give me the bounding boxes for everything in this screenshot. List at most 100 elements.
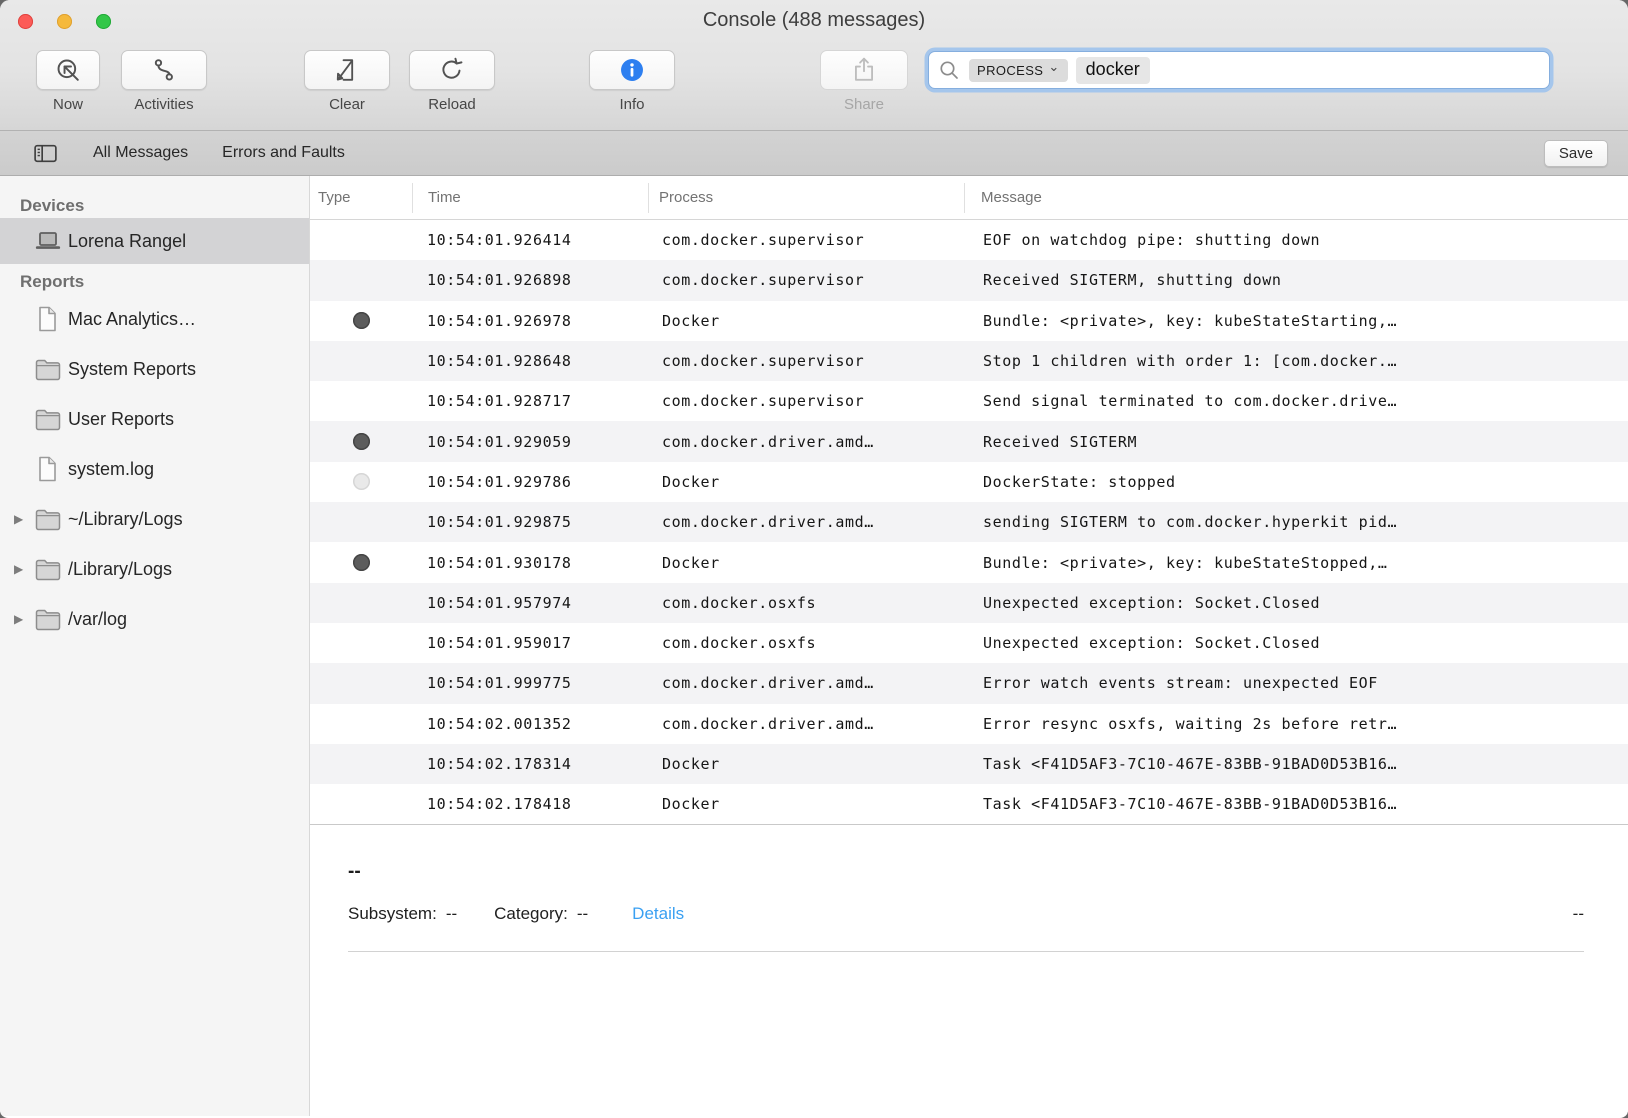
document-icon xyxy=(34,305,60,333)
sidebar-item-mac-analytics[interactable]: ▶ Mac Analytics… xyxy=(0,294,309,344)
process-cell: com.docker.driver.amd… xyxy=(648,502,964,542)
disclosure-triangle-icon[interactable]: ▶ xyxy=(12,512,34,526)
tab-errors-and-faults[interactable]: Errors and Faults xyxy=(222,144,345,162)
sidebar-section-header: Devices xyxy=(20,196,309,216)
table-row[interactable]: 10:54:01.926414 com.docker.supervisor EO… xyxy=(310,220,1628,260)
message-cell: Stop 1 children with order 1: [com.docke… xyxy=(964,341,1628,381)
now-button[interactable]: Now xyxy=(36,50,100,113)
time-cell: 10:54:01.929875 xyxy=(412,502,648,542)
disclosure-triangle-icon[interactable]: ▶ xyxy=(12,562,34,576)
window-title: Console (488 messages) xyxy=(0,9,1628,32)
table-row[interactable]: 10:54:01.999775 com.docker.driver.amd… E… xyxy=(310,663,1628,703)
type-cell xyxy=(310,502,412,542)
type-cell xyxy=(310,341,412,381)
type-cell xyxy=(310,663,412,703)
table-row[interactable]: 10:54:02.178314 Docker Task <F41D5AF3-7C… xyxy=(310,744,1628,784)
table-row[interactable]: 10:54:01.926898 com.docker.supervisor Re… xyxy=(310,260,1628,300)
process-cell: com.docker.driver.amd… xyxy=(648,663,964,703)
message-cell: Unexpected exception: Socket.Closed xyxy=(964,623,1628,663)
detail-pane: -- Subsystem: -- Category: -- Details -- xyxy=(310,825,1628,952)
message-cell: Error watch events stream: unexpected EO… xyxy=(964,663,1628,703)
type-cell xyxy=(310,784,412,824)
sidebar-item-library-logs[interactable]: ▶ /Library/Logs xyxy=(0,544,309,594)
sidebar-item-system-log[interactable]: ▶ system.log xyxy=(0,444,309,494)
column-header-time[interactable]: Time xyxy=(412,183,648,213)
message-cell: Received SIGTERM, shutting down xyxy=(964,260,1628,300)
info-button[interactable]: Info xyxy=(589,50,675,113)
sidebar-item-user-reports[interactable]: ▶ User Reports xyxy=(0,394,309,444)
message-cell: sending SIGTERM to com.docker.hyperkit p… xyxy=(964,502,1628,542)
now-icon xyxy=(53,55,83,85)
table-row[interactable]: 10:54:01.929786 Docker DockerState: stop… xyxy=(310,462,1628,502)
reload-icon xyxy=(437,55,467,85)
table-row[interactable]: 10:54:01.928717 com.docker.supervisor Se… xyxy=(310,381,1628,421)
table-row[interactable]: 10:54:01.957974 com.docker.osxfs Unexpec… xyxy=(310,583,1628,623)
time-cell: 10:54:01.929059 xyxy=(412,421,648,461)
message-cell: Send signal terminated to com.docker.dri… xyxy=(964,381,1628,421)
details-link[interactable]: Details xyxy=(632,904,684,924)
folder-icon xyxy=(34,557,62,581)
sidebar-item-library-logs[interactable]: ▶ ~/Library/Logs xyxy=(0,494,309,544)
share-button: Share xyxy=(820,50,908,113)
log-level-dot xyxy=(353,433,370,450)
reload-button[interactable]: Reload xyxy=(409,50,495,113)
column-header-message[interactable]: Message xyxy=(964,183,1628,213)
table-row[interactable]: 10:54:01.959017 com.docker.osxfs Unexpec… xyxy=(310,623,1628,663)
process-cell: com.docker.supervisor xyxy=(648,381,964,421)
detail-right-value: -- xyxy=(1573,904,1584,924)
folder-icon xyxy=(34,407,62,431)
activities-icon xyxy=(149,55,179,85)
filter-bar: All Messages Errors and Faults Save xyxy=(0,130,1628,176)
tab-all-messages[interactable]: All Messages xyxy=(93,144,188,162)
time-cell: 10:54:01.930178 xyxy=(412,542,648,582)
clear-icon xyxy=(332,55,362,85)
log-level-dot xyxy=(353,554,370,571)
table-row[interactable]: 10:54:02.001352 com.docker.driver.amd… E… xyxy=(310,704,1628,744)
disclosure-triangle-icon[interactable]: ▶ xyxy=(12,612,34,626)
sidebar-item-lorena-rangel[interactable]: ▶ Lorena Rangel xyxy=(0,218,309,264)
sidebar-section-header: Reports xyxy=(20,272,309,292)
process-cell: com.docker.supervisor xyxy=(648,341,964,381)
time-cell: 10:54:01.928717 xyxy=(412,381,648,421)
process-cell: com.docker.driver.amd… xyxy=(648,704,964,744)
type-cell xyxy=(310,462,412,502)
table-row[interactable]: 10:54:02.178418 Docker Task <F41D5AF3-7C… xyxy=(310,784,1628,824)
save-button[interactable]: Save xyxy=(1544,140,1608,167)
time-cell: 10:54:01.928648 xyxy=(412,341,648,381)
time-cell: 10:54:01.959017 xyxy=(412,623,648,663)
sidebar-item-var-log[interactable]: ▶ /var/log xyxy=(0,594,309,644)
time-cell: 10:54:02.001352 xyxy=(412,704,648,744)
process-cell: com.docker.supervisor xyxy=(648,220,964,260)
process-cell: Docker xyxy=(648,784,964,824)
table-row[interactable]: 10:54:01.926978 Docker Bundle: <private>… xyxy=(310,301,1628,341)
search-term-token[interactable]: docker xyxy=(1076,57,1150,84)
clear-button[interactable]: Clear xyxy=(304,50,390,113)
table-row[interactable]: 10:54:01.929059 com.docker.driver.amd… R… xyxy=(310,421,1628,461)
message-cell: Error resync osxfs, waiting 2s before re… xyxy=(964,704,1628,744)
table-row[interactable]: 10:54:01.930178 Docker Bundle: <private>… xyxy=(310,542,1628,582)
table-row[interactable]: 10:54:01.928648 com.docker.supervisor St… xyxy=(310,341,1628,381)
search-filter-token[interactable]: PROCESS ⌄ xyxy=(969,59,1068,82)
message-cell: Task <F41D5AF3-7C10-467E-83BB-91BAD0D53B… xyxy=(964,744,1628,784)
laptop-icon xyxy=(34,229,62,253)
sidebar-toggle-button[interactable] xyxy=(32,141,59,166)
log-level-dot xyxy=(353,312,370,329)
content-area: Devices ▶ Lorena Rangel Reports ▶ Mac An… xyxy=(0,176,1628,1116)
activities-button[interactable]: Activities xyxy=(121,50,207,113)
process-cell: com.docker.supervisor xyxy=(648,260,964,300)
info-icon xyxy=(617,55,647,85)
folder-icon xyxy=(34,357,62,381)
table-row[interactable]: 10:54:01.929875 com.docker.driver.amd… s… xyxy=(310,502,1628,542)
time-cell: 10:54:02.178418 xyxy=(412,784,648,824)
log-pane: Type Time Process Message 10:54:01.92641… xyxy=(310,176,1628,1116)
time-cell: 10:54:02.178314 xyxy=(412,744,648,784)
column-header-type[interactable]: Type xyxy=(310,183,412,213)
message-cell: Bundle: <private>, key: kubeStateStartin… xyxy=(964,301,1628,341)
category-value: -- xyxy=(577,904,588,924)
sidebar-item-system-reports[interactable]: ▶ System Reports xyxy=(0,344,309,394)
time-cell: 10:54:01.929786 xyxy=(412,462,648,502)
process-cell: com.docker.osxfs xyxy=(648,623,964,663)
column-header-process[interactable]: Process xyxy=(648,183,964,213)
type-cell xyxy=(310,623,412,663)
search-field[interactable]: PROCESS ⌄ docker xyxy=(928,51,1550,89)
